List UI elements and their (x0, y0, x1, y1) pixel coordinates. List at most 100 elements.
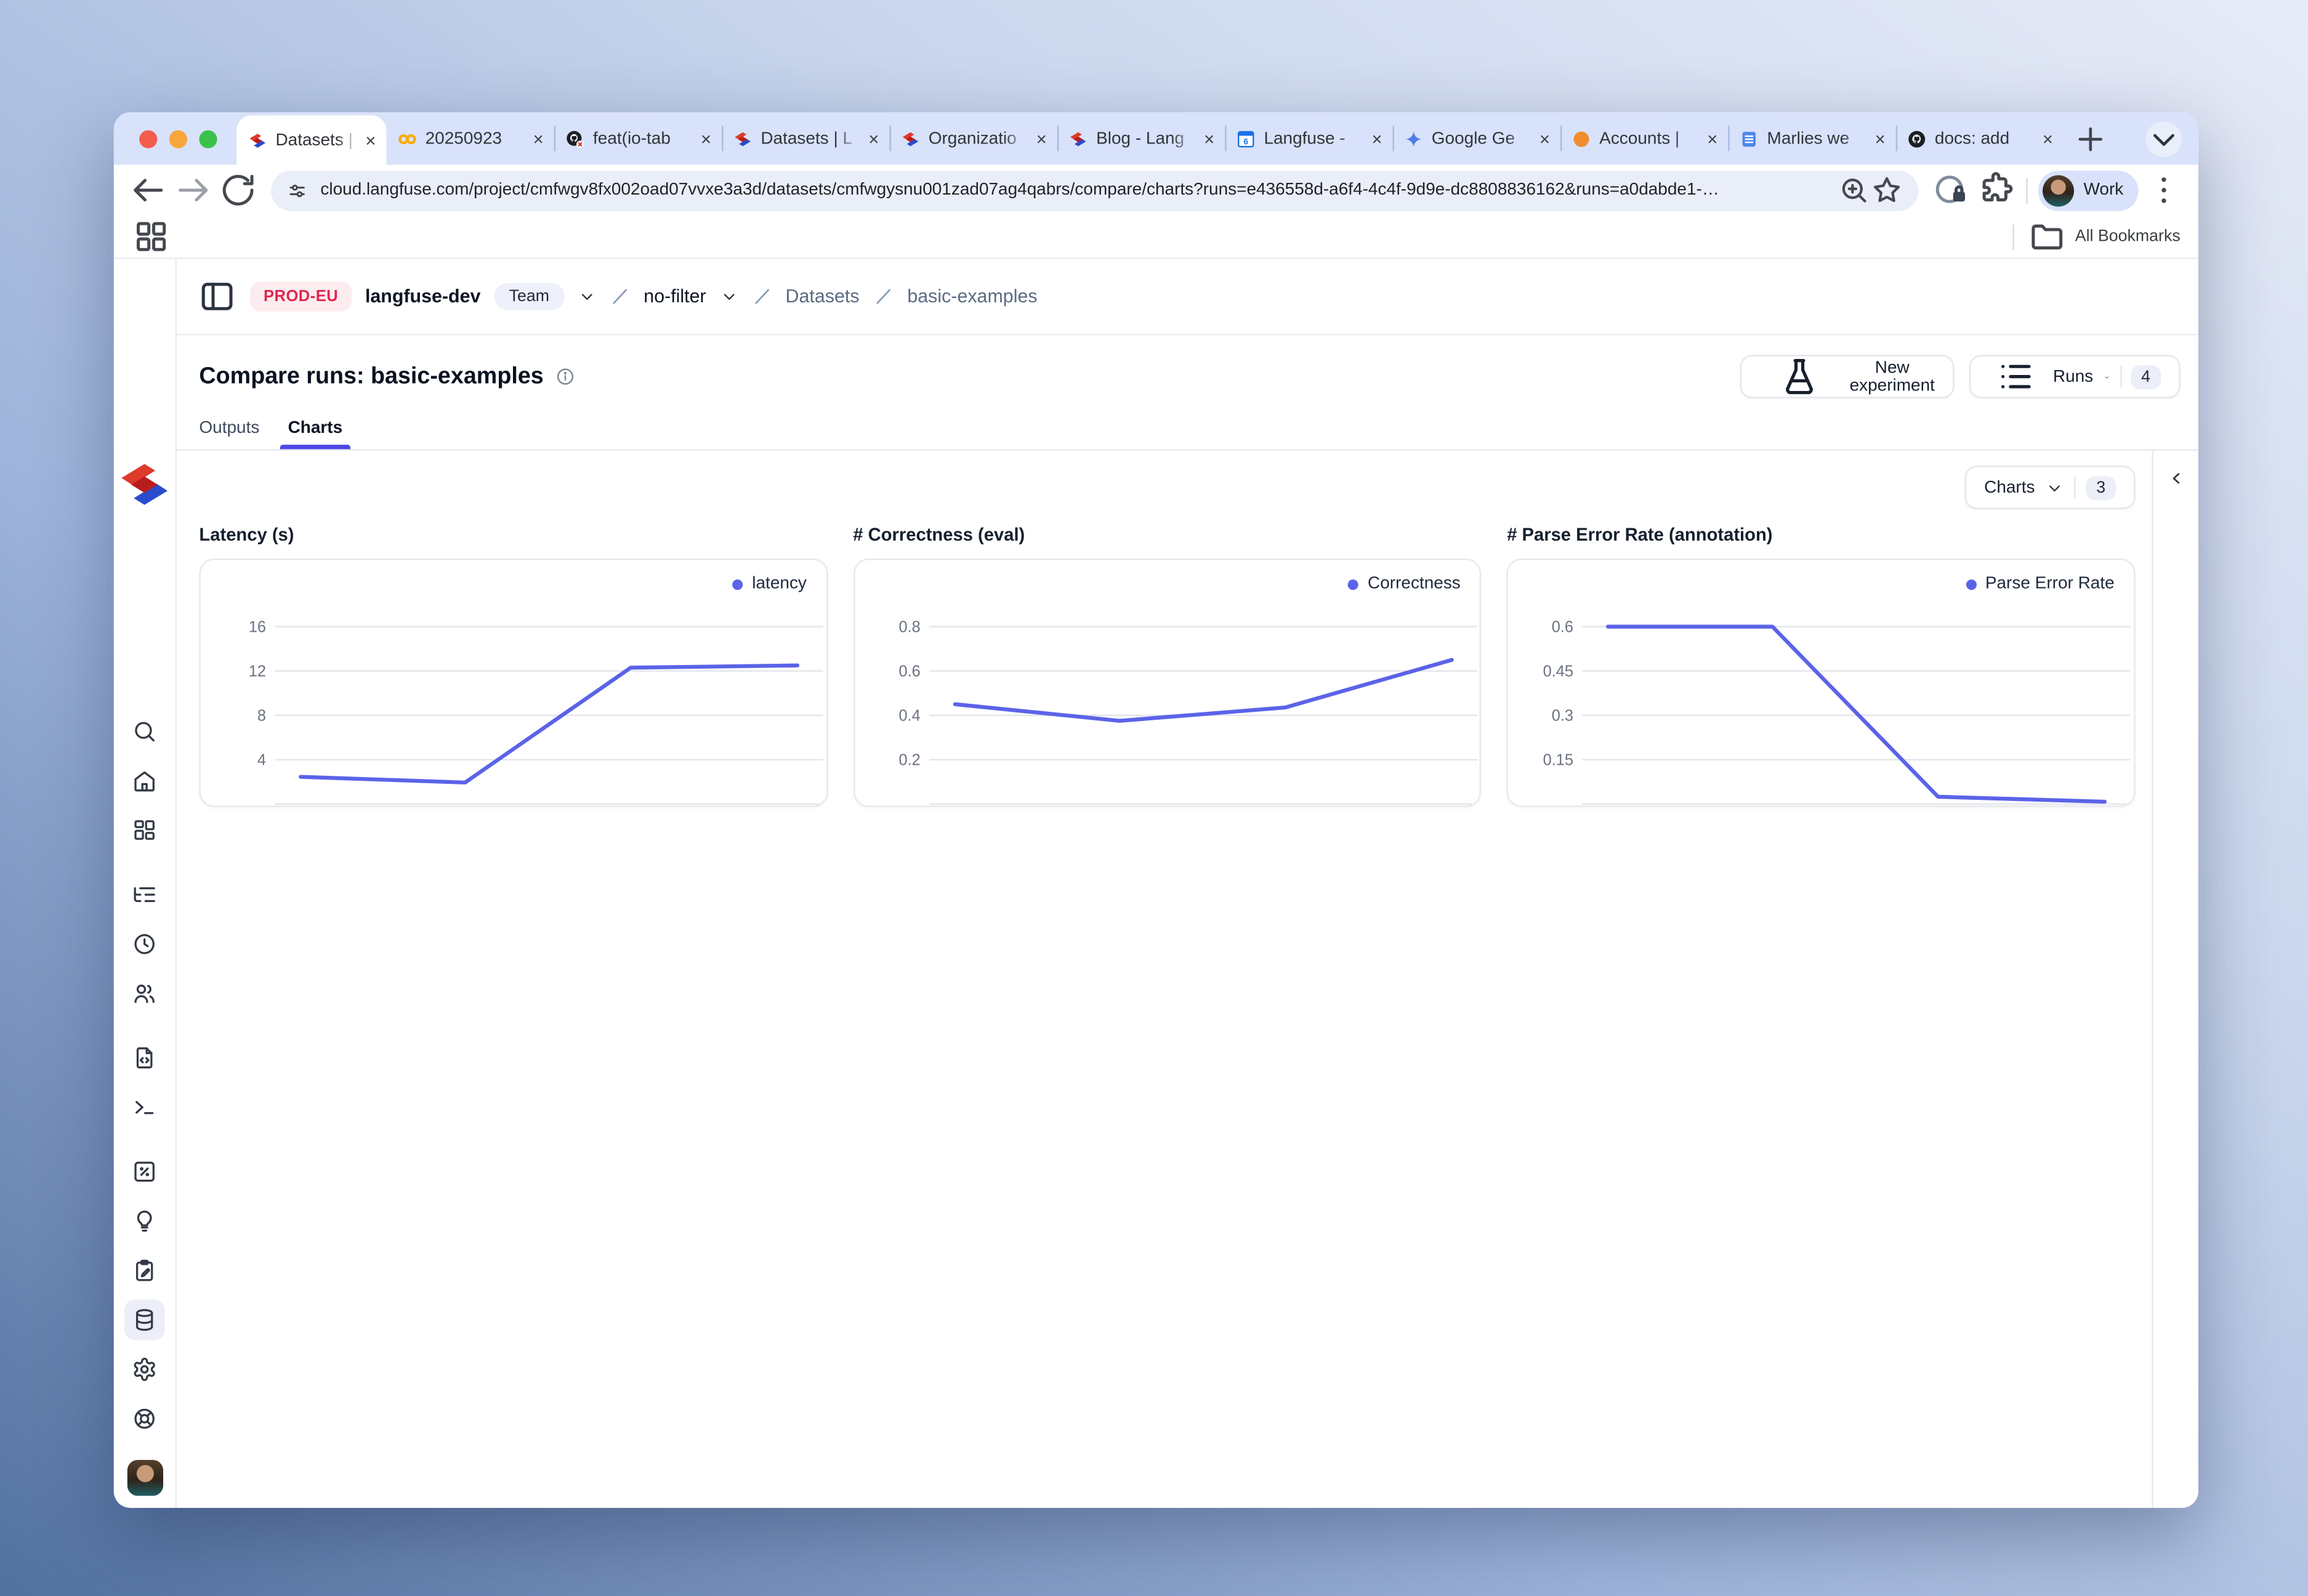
sidebar-item-dashboards[interactable] (124, 810, 165, 851)
all-bookmarks[interactable]: All Bookmarks (2007, 217, 2180, 256)
sidebar-item-support[interactable] (124, 1398, 165, 1439)
chevron-down-icon (2046, 478, 2064, 496)
tab-title: 20250923 (426, 129, 526, 147)
browser-tab-11[interactable]: docs: add× (1896, 112, 2064, 164)
browser-tab-8[interactable]: Google Ge× (1393, 112, 1560, 164)
runs-label: Runs (2053, 368, 2093, 385)
desktop: Datasets | L×20250923×feat(io-tab×Datase… (0, 0, 2307, 1596)
sidebar-item-home[interactable] (124, 760, 165, 801)
sidebar-item-prompts[interactable] (124, 1038, 165, 1078)
sidebar-item-users[interactable] (124, 973, 165, 1014)
minimize-window-button[interactable] (169, 129, 187, 147)
charts-selector-label: Charts (1984, 478, 2035, 496)
close-tab-icon[interactable]: × (1707, 129, 1717, 147)
zoom-window-button[interactable] (199, 129, 217, 147)
chart-card[interactable]: 0.20.40.60.8Correctness (853, 558, 1482, 807)
new-experiment-button[interactable]: New experiment (1740, 355, 1955, 398)
all-bookmarks-label: All Bookmarks (2075, 228, 2181, 246)
close-tab-icon[interactable]: × (868, 129, 879, 147)
bookmark-star-button[interactable] (1871, 171, 1903, 209)
dashboard-icon (132, 818, 157, 843)
project-switcher-chevron[interactable] (720, 288, 738, 305)
password-manager-button[interactable] (1932, 171, 1971, 209)
browser-tab-10[interactable]: Marlies we × (1728, 112, 1895, 164)
sidebar-item-sessions[interactable] (124, 924, 165, 964)
address-bar[interactable]: cloud.langfuse.com/project/cmfwgv8fx002o… (271, 170, 1919, 211)
buoy-icon (132, 1406, 157, 1431)
close-tab-icon[interactable]: × (2043, 129, 2053, 147)
sidebar-item-datasets[interactable] (124, 1300, 165, 1340)
sidebar-toggle-button[interactable] (198, 277, 236, 316)
profile-avatar (2043, 174, 2075, 206)
url-text[interactable]: cloud.langfuse.com/project/cmfwgv8fx002o… (320, 181, 1838, 199)
bookmarks-bar: All Bookmarks (114, 216, 2198, 259)
app-sidebar (114, 259, 177, 1508)
terminal-icon (132, 1095, 157, 1120)
breadcrumb-dataset-name[interactable]: basic-examples (907, 286, 1037, 307)
tab-charts[interactable]: Charts (288, 419, 343, 449)
page-header: Compare runs: basic-examples New experim… (177, 336, 2198, 401)
sidebar-item-settings[interactable] (124, 1349, 165, 1390)
browser-tab-5[interactable]: Organizatio× (889, 112, 1057, 164)
close-tab-icon[interactable]: × (1204, 129, 1214, 147)
legend-dot (1966, 579, 1976, 589)
org-plan-badge: Team (494, 283, 564, 310)
close-window-button[interactable] (139, 129, 157, 147)
reload-button[interactable] (219, 171, 257, 209)
browser-tab-6[interactable]: Blog - Lang× (1057, 112, 1225, 164)
chart-card[interactable]: 481216latency (199, 558, 828, 807)
org-switcher-chevron[interactable] (578, 288, 595, 305)
back-button[interactable] (129, 171, 167, 209)
langfuse-logo[interactable] (114, 283, 176, 686)
browser-tab-1[interactable]: Datasets | L× (236, 115, 386, 164)
new-tab-button[interactable] (2073, 121, 2108, 156)
browser-tab-3[interactable]: feat(io-tab× (554, 112, 722, 164)
runs-selector-button[interactable]: Runs 4 (1969, 355, 2181, 398)
apps-button[interactable] (132, 217, 171, 256)
clipboard-icon (132, 1258, 157, 1283)
sidebar-item-scores[interactable] (124, 1151, 165, 1192)
browser-menu-button[interactable] (2144, 171, 2183, 209)
chart-title: Latency (s) (199, 524, 828, 545)
close-tab-icon[interactable]: × (1875, 129, 1886, 147)
legend-dot (1348, 579, 1358, 589)
sidebar-item-tracing[interactable] (124, 874, 165, 915)
svg-text:16: 16 (249, 618, 266, 635)
sidebar-item-playground[interactable] (124, 1087, 165, 1127)
profile-chip[interactable]: Work (2039, 170, 2139, 211)
info-icon[interactable] (555, 367, 575, 387)
tab-search-button[interactable] (2146, 121, 2182, 156)
tab-title: Marlies we (1767, 129, 1868, 147)
charts-grid: Latency (s)481216latency# Correctness (e… (199, 524, 2135, 807)
close-tab-icon[interactable]: × (533, 129, 544, 147)
extensions-button[interactable] (1977, 171, 2016, 209)
close-tab-icon[interactable]: × (701, 129, 711, 147)
browser-tab-7[interactable]: 6Langfuse -× (1225, 112, 1392, 164)
charts-selector-button[interactable]: Charts 3 (1965, 465, 2136, 509)
star-icon (1871, 171, 1903, 209)
breadcrumb-datasets[interactable]: Datasets (786, 286, 860, 307)
sidebar-item-insights[interactable] (124, 1201, 165, 1241)
close-tab-icon[interactable]: × (365, 131, 376, 149)
close-tab-icon[interactable]: × (1036, 129, 1047, 147)
site-settings-icon[interactable] (286, 179, 308, 201)
zoom-page-button[interactable] (1838, 171, 1871, 209)
password-lock-icon (1932, 171, 1971, 209)
browser-tab-2[interactable]: 20250923 × (386, 112, 554, 164)
profile-label: Work (2084, 181, 2124, 199)
chart-card[interactable]: 0.150.30.450.6Parse Error Rate (1507, 558, 2136, 807)
filecode-icon (132, 1045, 157, 1070)
user-avatar[interactable] (126, 1460, 162, 1496)
org-name[interactable]: langfuse-dev (365, 286, 481, 307)
browser-tab-4[interactable]: Datasets | L× (722, 112, 889, 164)
chart-legend: Correctness (1348, 575, 1460, 593)
project-name[interactable]: no-filter (644, 286, 706, 307)
sidebar-item-search[interactable] (124, 711, 165, 752)
forward-button[interactable] (174, 171, 212, 209)
sidebar-item-annotation-queues[interactable] (124, 1251, 165, 1291)
close-tab-icon[interactable]: × (1371, 129, 1382, 147)
close-tab-icon[interactable]: × (1539, 129, 1550, 147)
collapse-panel-button[interactable] (2166, 469, 2186, 488)
browser-tab-9[interactable]: Accounts |× (1560, 112, 1728, 164)
tab-outputs[interactable]: Outputs (199, 419, 259, 449)
